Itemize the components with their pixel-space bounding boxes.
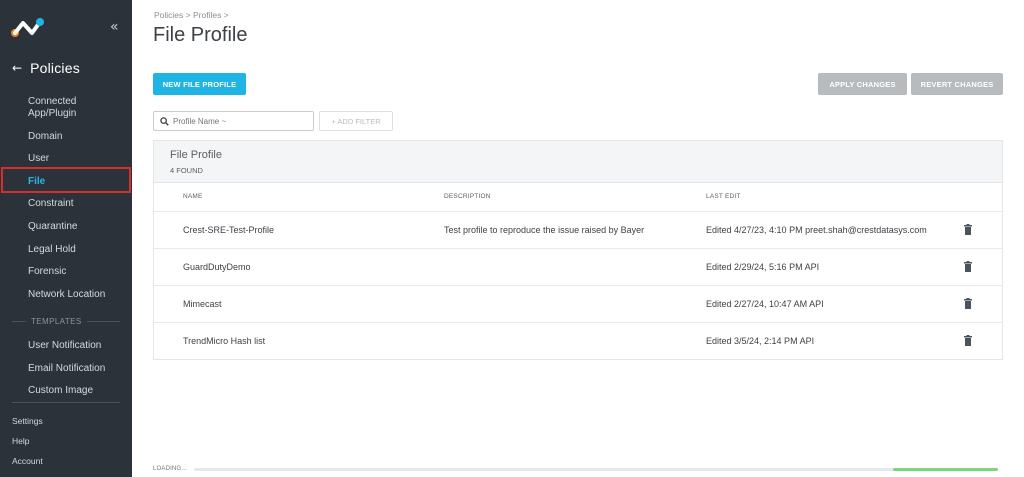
profile-last-edit: Edited 2/27/24, 10:47 AM API xyxy=(706,299,824,309)
sidebar-item-email-notification[interactable]: Email Notification xyxy=(0,363,132,375)
sidebar-section-title: Policies xyxy=(30,60,80,76)
sidebar-divider xyxy=(12,402,120,403)
apply-changes-button[interactable]: APPLY CHANGES xyxy=(818,73,907,95)
divider xyxy=(86,321,120,322)
search-input[interactable]: Profile Name ~ xyxy=(153,111,314,131)
templates-label: TEMPLATES xyxy=(31,317,82,326)
table-row[interactable]: Crest-SRE-Test-Profile Test profile to r… xyxy=(154,211,1002,248)
sidebar-item-forensic[interactable]: Forensic xyxy=(0,266,132,278)
sidebar-item-custom-image[interactable]: Custom Image xyxy=(0,385,132,397)
profile-name: Mimecast xyxy=(183,299,222,309)
arrow-left-icon: ← xyxy=(12,61,23,75)
breadcrumb[interactable]: Policies > Profiles > xyxy=(154,10,229,20)
profile-name: GuardDutyDemo xyxy=(183,262,251,272)
sidebar-item-account[interactable]: Account xyxy=(12,456,43,466)
column-header-name[interactable]: NAME xyxy=(183,193,203,200)
table-header: File Profile 4 FOUND xyxy=(154,141,1002,183)
profile-name: TrendMicro Hash list xyxy=(183,336,266,346)
page-title: File Profile xyxy=(153,24,248,46)
divider xyxy=(12,321,26,322)
profile-description: Test profile to reproduce the issue rais… xyxy=(444,225,645,235)
trash-icon[interactable] xyxy=(964,261,972,272)
table-row[interactable]: TrendMicro Hash list Edited 3/5/24, 2:14… xyxy=(154,322,1002,359)
sidebar-item-user[interactable]: User xyxy=(0,153,132,165)
trash-icon[interactable] xyxy=(964,224,972,235)
column-header-last-edit[interactable]: LAST EDIT xyxy=(706,193,741,200)
sidebar-item-settings[interactable]: Settings xyxy=(12,416,43,426)
table-title: File Profile xyxy=(170,149,222,161)
loading-label: LOADING... xyxy=(153,466,188,472)
double-chevron-left-icon[interactable]: « xyxy=(110,19,119,35)
loading-progress-fill xyxy=(893,468,998,471)
trash-icon[interactable] xyxy=(964,335,972,346)
profile-last-edit: Edited 4/27/23, 4:10 PM preet.shah@crest… xyxy=(706,225,927,235)
profile-last-edit: Edited 2/29/24, 5:16 PM API xyxy=(706,262,820,272)
main-content: Policies > Profiles > File Profile NEW F… xyxy=(132,0,1024,477)
loading-progress-bar xyxy=(194,468,998,471)
trash-icon[interactable] xyxy=(964,298,972,309)
new-file-profile-button[interactable]: NEW FILE PROFILE xyxy=(153,73,246,95)
sidebar-item-quarantine[interactable]: Quarantine xyxy=(0,221,132,233)
netskope-logo-icon[interactable] xyxy=(10,14,46,40)
result-count: 4 FOUND xyxy=(170,166,203,175)
file-profile-table: File Profile 4 FOUND NAME DESCRIPTION LA… xyxy=(153,140,1003,360)
profile-name: Crest-SRE-Test-Profile xyxy=(183,225,275,235)
search-placeholder: Profile Name ~ xyxy=(173,116,227,126)
table-row[interactable]: GuardDutyDemo Edited 2/29/24, 5:16 PM AP… xyxy=(154,248,1002,285)
table-row[interactable]: Mimecast Edited 2/27/24, 10:47 AM API xyxy=(154,285,1002,322)
sidebar-item-user-notification[interactable]: User Notification xyxy=(0,340,132,352)
sidebar-item-legal-hold[interactable]: Legal Hold xyxy=(0,244,132,256)
revert-changes-button[interactable]: REVERT CHANGES xyxy=(911,73,1003,95)
back-to-policies[interactable]: ← Policies xyxy=(12,60,80,76)
templates-section-label: TEMPLATES xyxy=(12,317,120,326)
sidebar-item-constraint[interactable]: Constraint xyxy=(0,198,132,210)
sidebar-item-domain[interactable]: Domain xyxy=(0,131,132,143)
sidebar: « ← Policies Connected App/Plugin Domain… xyxy=(0,0,132,477)
column-header-description[interactable]: DESCRIPTION xyxy=(444,193,491,200)
sidebar-item-connected-app[interactable]: Connected App/Plugin xyxy=(0,96,110,120)
add-filter-button[interactable]: + ADD FILTER xyxy=(319,111,393,131)
sidebar-item-network-location[interactable]: Network Location xyxy=(0,289,132,301)
profile-last-edit: Edited 3/5/24, 2:14 PM API xyxy=(706,336,815,346)
sidebar-item-help[interactable]: Help xyxy=(12,436,29,446)
search-icon xyxy=(160,116,169,126)
sidebar-item-file[interactable]: File xyxy=(0,176,132,188)
